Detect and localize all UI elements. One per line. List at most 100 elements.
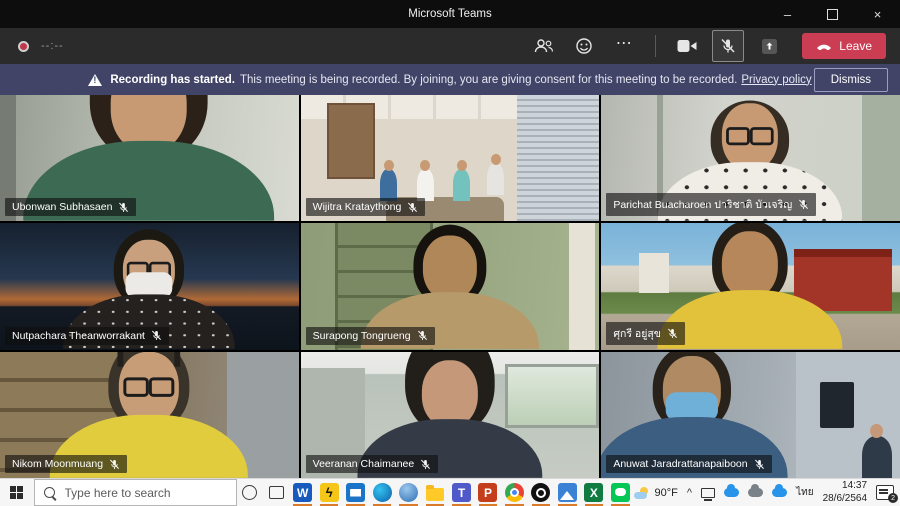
mic-muted-icon	[118, 202, 129, 213]
cortana-icon	[242, 485, 257, 500]
window-controls: – ×	[765, 0, 900, 28]
participant-nametag: Surapong Tongrueng	[306, 327, 435, 345]
taskbar-app-media[interactable]	[528, 479, 554, 506]
minimize-button[interactable]: –	[765, 0, 810, 28]
video-tile[interactable]: ศุกรี อยู่สุข	[601, 223, 900, 349]
mic-muted-icon	[151, 330, 162, 341]
dismiss-button[interactable]: Dismiss	[814, 68, 888, 92]
toolbar-controls: ⋯ Leave	[529, 28, 886, 64]
photos-icon	[558, 483, 577, 502]
leave-button[interactable]: Leave	[802, 33, 886, 59]
weather-icon	[634, 487, 650, 499]
mic-muted-icon	[798, 199, 809, 210]
search-icon	[44, 487, 55, 498]
clock-time: 14:37	[823, 480, 868, 493]
camera-button[interactable]	[672, 31, 702, 61]
participant-nametag: Nutpachara Theanworrakant	[5, 327, 169, 345]
leave-label: Leave	[839, 39, 872, 53]
mic-muted-icon	[720, 38, 736, 54]
teams-icon: T	[452, 483, 471, 502]
taskbar-app-chrome[interactable]	[501, 479, 527, 506]
clock-date: 28/6/2564	[823, 493, 868, 506]
notification-center-button[interactable]: 2	[876, 485, 894, 500]
folder-icon	[426, 488, 444, 501]
onedrive-icon[interactable]	[772, 488, 787, 497]
chrome-icon	[505, 483, 524, 502]
weather-widget[interactable]: 90°F	[634, 487, 678, 499]
banner-bold-text: Recording has started.	[110, 74, 235, 86]
task-view-button[interactable]	[263, 479, 289, 506]
mic-muted-icon	[754, 459, 765, 470]
close-button[interactable]: ×	[855, 0, 900, 28]
windows-logo-icon	[10, 486, 23, 499]
video-tile[interactable]: Anuwat Jaradrattanapaiboon	[601, 352, 900, 478]
globe-app-icon	[399, 483, 418, 502]
onedrive-icon[interactable]	[724, 488, 739, 497]
video-tile[interactable]: Wijitra Krataythong	[301, 95, 600, 221]
line-icon	[611, 483, 630, 502]
mic-muted-icon	[417, 330, 428, 341]
taskbar-app-line[interactable]	[607, 479, 633, 506]
video-tile[interactable]: Surapong Tongrueng	[301, 223, 600, 349]
taskbar-app-powerpoint[interactable]: P	[475, 479, 501, 506]
participant-name: Wijitra Krataythong	[313, 201, 402, 213]
taskbar-app-photos[interactable]	[554, 479, 580, 506]
taskbar-app-word[interactable]: W	[289, 479, 315, 506]
participant-nametag: ศุกรี อยู่สุข	[606, 322, 685, 345]
onedrive-sync-icon[interactable]	[748, 488, 763, 497]
temperature-label: 90°F	[655, 487, 678, 499]
participants-button[interactable]	[529, 31, 559, 61]
banner-text: This meeting is being recorded. By joini…	[240, 74, 737, 86]
taskbar-app-globe[interactable]	[395, 479, 421, 506]
meeting-timer: --:--	[41, 40, 64, 52]
video-tile[interactable]: Nutpachara Theanworrakant	[0, 223, 299, 349]
more-options-button[interactable]: ⋯	[609, 28, 639, 64]
taskbar-file-explorer[interactable]	[422, 479, 448, 506]
task-view-icon	[269, 486, 284, 499]
taskbar-search[interactable]	[34, 479, 237, 506]
taskbar-app-flash[interactable]: ϟ	[316, 479, 342, 506]
cortana-button[interactable]	[237, 479, 263, 506]
word-icon: W	[293, 483, 312, 502]
taskbar-app-excel[interactable]: X	[581, 479, 607, 506]
powerpoint-icon: P	[478, 483, 497, 502]
taskbar-app-mail[interactable]	[342, 479, 368, 506]
video-tile[interactable]: Parichat Buacharoen ปาริชาติ บัวเจริญ	[601, 95, 900, 221]
titlebar: Microsoft Teams – ×	[0, 0, 900, 28]
privacy-policy-link[interactable]: Privacy policy	[741, 74, 811, 86]
mic-muted-icon	[667, 328, 678, 339]
video-tile[interactable]: Nikom Moonmuang	[0, 352, 299, 478]
participant-name: Nikom Moonmuang	[12, 458, 103, 470]
language-indicator[interactable]: ไทย	[796, 485, 813, 500]
reactions-icon	[575, 37, 593, 55]
mic-muted-icon	[109, 459, 120, 470]
participant-nametag: Veeranan Chaimanee	[306, 455, 439, 473]
mic-muted-icon	[407, 202, 418, 213]
device-icon[interactable]	[701, 488, 715, 498]
teams-window: Microsoft Teams – × --:-- ⋯	[0, 0, 900, 506]
share-button[interactable]	[754, 31, 784, 61]
warning-icon	[88, 74, 102, 86]
participant-name: Parichat Buacharoen ปาริชาติ บัวเจริญ	[613, 196, 792, 213]
start-button[interactable]	[0, 479, 34, 506]
maximize-button[interactable]	[810, 0, 855, 28]
tray-expand-button[interactable]: ^	[687, 487, 692, 499]
close-icon: ×	[874, 7, 882, 22]
mail-app-icon	[346, 483, 365, 502]
taskbar-clock[interactable]: 14:37 28/6/2564	[823, 480, 868, 505]
video-tile[interactable]: Ubonwan Subhasaen	[0, 95, 299, 221]
video-tile[interactable]: Veeranan Chaimanee	[301, 352, 600, 478]
participant-name: Veeranan Chaimanee	[313, 458, 415, 470]
taskbar-app-edge[interactable]	[369, 479, 395, 506]
windows-taskbar: W ϟ T P X 90°F ^ ไทย 14:37 28/6/2564	[0, 478, 900, 506]
reactions-button[interactable]	[569, 31, 599, 61]
participant-nametag: Wijitra Krataythong	[306, 198, 426, 216]
microphone-button[interactable]	[712, 30, 744, 62]
media-app-icon	[531, 483, 550, 502]
video-grid: Ubonwan Subhasaen Wijitra Krataythong Pa…	[0, 95, 900, 478]
taskbar-app-teams[interactable]: T	[448, 479, 474, 506]
search-input[interactable]	[63, 485, 227, 501]
recording-indicator: --:--	[18, 40, 64, 52]
participant-name: ศุกรี อยู่สุข	[613, 325, 661, 342]
participant-nametag: Anuwat Jaradrattanapaiboon	[606, 455, 771, 473]
